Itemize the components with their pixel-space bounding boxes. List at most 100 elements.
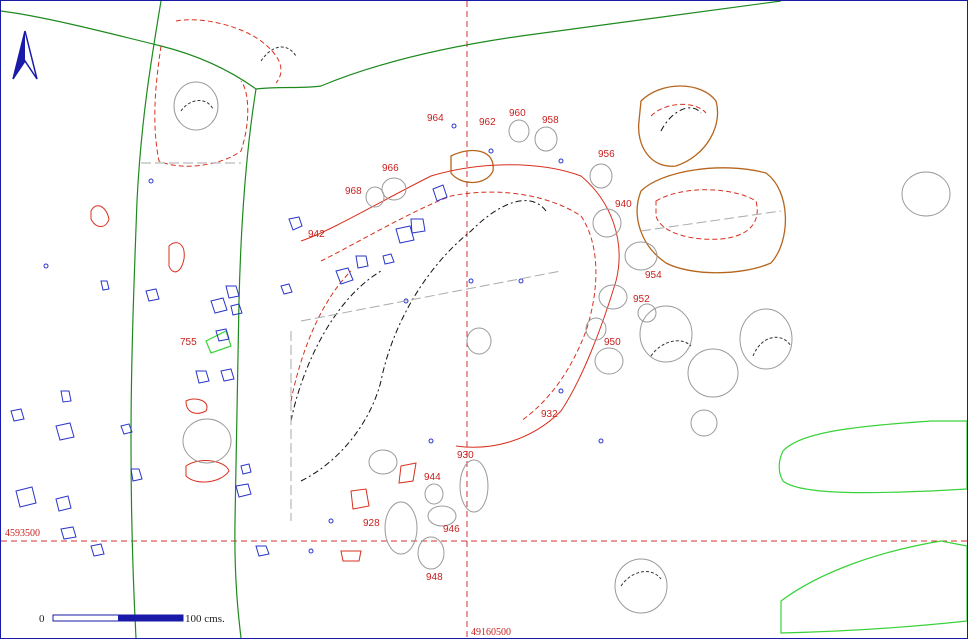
blue-stones	[10, 184, 448, 557]
grey-stone	[598, 284, 628, 310]
trench-edge-west	[130, 1, 162, 638]
speck	[468, 278, 474, 284]
speck	[488, 148, 494, 154]
grey-stone	[424, 483, 444, 505]
grey-stone	[534, 126, 558, 152]
grey-stone	[589, 163, 613, 189]
blue-stone	[10, 408, 25, 422]
grey-stone	[466, 327, 492, 355]
grey-stone	[368, 449, 398, 475]
speck	[451, 123, 457, 129]
red-blob-south	[340, 550, 362, 562]
feature-label: 930	[457, 450, 474, 461]
feature-label: 944	[424, 472, 441, 483]
speck	[43, 263, 49, 269]
northing-label: 4593500	[5, 528, 40, 539]
black-contour-1	[290, 270, 382, 422]
blue-specks	[43, 123, 604, 554]
black-contour-2	[300, 200, 547, 482]
hatch	[260, 46, 297, 62]
speck	[308, 548, 314, 554]
grey-stone	[639, 305, 693, 363]
red-blob-west-2	[168, 242, 185, 273]
structure-wall-outer	[300, 164, 620, 448]
grey-stone	[614, 558, 668, 614]
feature-label: 940	[615, 199, 632, 210]
hatch	[180, 100, 214, 112]
blue-stone	[55, 495, 72, 512]
red-blob-center	[398, 462, 417, 484]
scale-bar-filled	[118, 615, 183, 621]
north-arrow-icon	[12, 30, 38, 80]
grey-stone	[381, 177, 407, 201]
blue-stone	[355, 255, 369, 269]
blue-stone	[255, 545, 270, 557]
speck	[558, 388, 564, 394]
green-slab-east	[778, 420, 967, 494]
scale-bar-start-label: 0	[39, 613, 45, 625]
hatch	[620, 571, 662, 587]
grey-stone	[508, 119, 530, 143]
grey-stone	[365, 186, 385, 208]
feature-label: 968	[345, 186, 362, 197]
contour-pit-2	[655, 189, 758, 240]
trench-boundaries	[1, 1, 782, 638]
red-blob-928	[350, 488, 370, 510]
blue-stone	[60, 526, 77, 540]
contour-nw-pit	[154, 45, 249, 167]
blue-stone	[225, 285, 240, 299]
feature-label: 962	[479, 117, 496, 128]
feature-label: 958	[542, 115, 559, 126]
blue-stone	[235, 483, 252, 498]
blue-stone	[90, 543, 105, 557]
blue-stone	[410, 218, 426, 234]
speck	[148, 178, 154, 184]
blue-stone	[335, 267, 354, 285]
grey-stone	[624, 241, 658, 271]
scale-bar: 0 100 cms.	[39, 613, 225, 625]
speck	[328, 518, 334, 524]
feature-label: 755	[180, 337, 197, 348]
feature-label: 960	[509, 108, 526, 119]
red-blob-west-4	[185, 460, 230, 483]
feature-label: 966	[382, 163, 399, 174]
grey-stone	[182, 418, 232, 464]
structure-wall-inner	[320, 191, 597, 422]
section-line-center	[300, 270, 562, 322]
blue-stone	[382, 253, 395, 265]
red-blob-west-3	[185, 398, 208, 414]
blue-stone	[210, 297, 228, 314]
trench-edge-north	[1, 1, 782, 90]
grey-stone	[427, 505, 457, 527]
feature-label: 952	[633, 294, 650, 305]
blue-stone	[120, 423, 133, 435]
red-blob-west-1	[90, 205, 110, 227]
pit-outline-1	[638, 85, 719, 167]
grey-stone	[687, 348, 739, 398]
grey-stone	[585, 317, 607, 341]
feature-label: 964	[427, 113, 444, 124]
grey-stones	[173, 81, 951, 614]
grey-stone	[637, 303, 657, 323]
grey-stone	[594, 347, 624, 375]
feature-label: 932	[541, 409, 558, 420]
blue-stone	[288, 216, 303, 231]
contour-west-arc	[290, 270, 352, 402]
easting-label: 49160500	[471, 627, 511, 638]
grey-stone	[592, 208, 622, 238]
plan-canvas: 964 962 960 958 956 966 968 942 940 954 …	[1, 1, 967, 638]
section-lines	[141, 162, 782, 521]
speck	[558, 158, 564, 164]
grey-stone	[417, 536, 445, 570]
feature-label: 950	[604, 337, 621, 348]
blue-stone	[15, 486, 37, 508]
feature-label: 948	[426, 572, 443, 583]
light-green-outlines	[205, 330, 967, 634]
grey-stone	[690, 409, 718, 437]
speck	[518, 278, 524, 284]
blue-stone	[230, 303, 243, 316]
trench-edge-east	[234, 88, 257, 638]
blue-stone	[240, 463, 252, 475]
grey-stone	[459, 459, 489, 513]
blue-stone	[100, 280, 110, 291]
